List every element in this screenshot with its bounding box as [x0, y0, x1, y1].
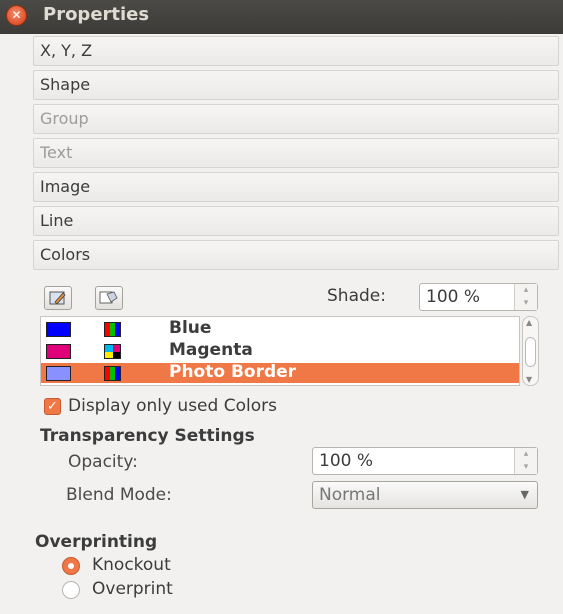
scrollbar-thumb[interactable]: [525, 337, 536, 367]
section-shape[interactable]: Shape: [33, 70, 559, 100]
color-name: Magenta: [169, 340, 253, 360]
knockout-radio[interactable]: [62, 557, 80, 575]
overprint-label[interactable]: Overprint: [92, 579, 173, 599]
section-colors[interactable]: Colors: [33, 240, 559, 270]
section-label: Colors: [40, 245, 91, 264]
section-label: Image: [40, 177, 91, 196]
shade-spinbox[interactable]: 100 % ▴ ▾: [419, 283, 538, 311]
spin-arrows-icon[interactable]: ▴ ▾: [514, 448, 537, 474]
display-only-used-label[interactable]: Display only used Colors: [68, 396, 277, 416]
cmyk-model-icon: [104, 344, 121, 359]
section-label: Text: [40, 143, 73, 162]
knockout-label[interactable]: Knockout: [92, 555, 171, 575]
edit-stroke-color-button[interactable]: [44, 286, 72, 310]
color-swatch: [46, 366, 71, 381]
section-xyz[interactable]: X, Y, Z: [33, 36, 559, 66]
color-row-photo-border[interactable]: Photo Border: [41, 362, 519, 383]
rgb-model-icon: [104, 322, 121, 337]
section-group: Group: [33, 104, 559, 134]
blend-mode-value: Normal: [319, 485, 381, 505]
window-title: Properties: [43, 4, 150, 25]
rgb-model-icon: [104, 366, 121, 381]
color-swatch: [46, 322, 71, 337]
color-row-blue[interactable]: Blue: [41, 318, 519, 339]
opacity-value: 100 %: [319, 451, 374, 471]
edit-fill-color-icon: [99, 291, 118, 304]
section-label: Group: [40, 109, 89, 128]
scroll-up-icon[interactable]: ▲: [526, 318, 532, 327]
section-label: Line: [40, 211, 74, 230]
overprinting-title: Overprinting: [35, 532, 158, 552]
color-list[interactable]: Blue Magenta Photo Border: [40, 316, 520, 386]
overprint-radio[interactable]: [62, 581, 80, 599]
color-row-magenta[interactable]: Magenta: [41, 340, 519, 361]
shade-label: Shade:: [327, 286, 386, 306]
edit-fill-color-button[interactable]: [95, 286, 123, 310]
color-list-scrollbar[interactable]: ▲ ▼: [522, 316, 539, 386]
color-name: Blue: [169, 318, 212, 338]
title-bar: ✕ Properties: [0, 0, 563, 34]
section-image[interactable]: Image: [33, 172, 559, 202]
opacity-label: Opacity:: [68, 452, 138, 472]
edit-stroke-color-icon: [49, 291, 66, 305]
scroll-down-icon[interactable]: ▼: [526, 375, 532, 384]
shade-value: 100 %: [426, 287, 481, 307]
section-text: Text: [33, 138, 559, 168]
display-only-used-checkbox[interactable]: ✓: [44, 398, 61, 415]
color-name: Photo Border: [169, 362, 297, 382]
section-label: Shape: [40, 75, 91, 94]
opacity-spinbox[interactable]: 100 % ▴ ▾: [312, 447, 538, 475]
transparency-title: Transparency Settings: [40, 426, 255, 446]
section-line[interactable]: Line: [33, 206, 559, 236]
blend-mode-select[interactable]: Normal ▼: [312, 481, 538, 509]
section-label: X, Y, Z: [40, 41, 93, 60]
color-swatch: [46, 344, 71, 359]
chevron-down-icon: ▼: [520, 488, 529, 501]
close-icon[interactable]: ✕: [6, 5, 27, 26]
spin-arrows-icon[interactable]: ▴ ▾: [514, 284, 537, 310]
blend-mode-label: Blend Mode:: [66, 485, 172, 505]
